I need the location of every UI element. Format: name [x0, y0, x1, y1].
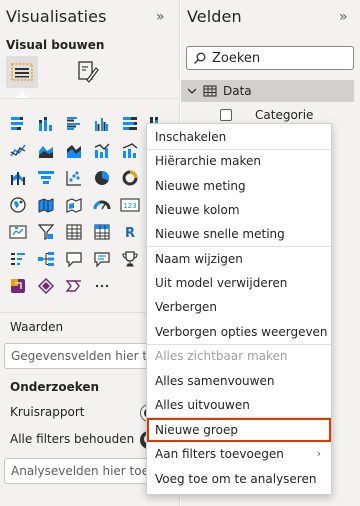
- scatter-icon[interactable]: [62, 166, 86, 190]
- search-input[interactable]: Zoeken: [212, 51, 260, 66]
- pane-divider: [0, 98, 180, 99]
- menu-item[interactable]: Uit model verwijderen: [147, 271, 331, 295]
- menu-item[interactable]: Nieuwe groep: [147, 418, 331, 442]
- card-icon[interactable]: 123: [118, 193, 142, 217]
- matrix-icon[interactable]: [90, 220, 114, 244]
- donut-icon[interactable]: [118, 166, 142, 190]
- collapse-fields-button[interactable]: »: [339, 9, 347, 25]
- values-well-label: Waarden: [10, 320, 64, 334]
- menu-item[interactable]: Naam wijzigen: [147, 247, 331, 271]
- search-icon: [194, 52, 206, 64]
- clustered-bar-icon[interactable]: [62, 112, 86, 136]
- menu-item: Alles zichtbaar maken: [155, 349, 288, 363]
- menu-item[interactable]: Alles uitvouwen: [147, 393, 331, 417]
- format-visual-tab[interactable]: [72, 56, 104, 88]
- more-options-icon[interactable]: [90, 274, 114, 298]
- svg-text:123: 123: [123, 202, 136, 210]
- menu-item[interactable]: Hiërarchie maken: [147, 149, 331, 173]
- table-icon: [203, 85, 217, 97]
- format-brush-icon: [78, 61, 99, 83]
- gauge-icon[interactable]: [90, 193, 114, 217]
- smart-narrative-icon[interactable]: [90, 247, 114, 271]
- build-visual-label: Visual bouwen: [6, 38, 105, 52]
- line-clustered-column-icon[interactable]: [90, 139, 114, 163]
- power-automate-icon[interactable]: [34, 274, 58, 298]
- menu-item[interactable]: Verborgen opties weergeven: [147, 320, 331, 344]
- table-data-row[interactable]: Data: [181, 80, 354, 102]
- r-visual-icon[interactable]: R: [118, 220, 142, 244]
- kpi-icon[interactable]: [6, 220, 30, 244]
- fields-title: Velden: [187, 7, 242, 26]
- menu-item[interactable]: Nieuwe snelle meting: [147, 222, 331, 246]
- drill-section-label: Onderzoeken: [10, 380, 100, 394]
- slicer-icon[interactable]: [34, 220, 58, 244]
- stacked-area-icon[interactable]: [62, 139, 86, 163]
- table-icon[interactable]: [62, 220, 86, 244]
- visualizations-title: Visualisaties: [6, 7, 107, 26]
- menu-item[interactable]: Alles samenvouwen: [147, 369, 331, 393]
- ribbon-chart-icon[interactable]: [6, 166, 30, 190]
- chevron-right-icon: ›: [316, 447, 321, 460]
- build-visual-tab[interactable]: [6, 56, 38, 88]
- trophy-icon[interactable]: [118, 247, 142, 271]
- power-apps-icon[interactable]: [6, 274, 30, 298]
- stacked-bar-icon[interactable]: [6, 112, 30, 136]
- chevron-down-icon: [187, 88, 197, 94]
- svg-text:R: R: [125, 226, 135, 241]
- fields-search-box[interactable]: Zoeken: [186, 46, 354, 70]
- keep-filters-label: Alle filters behouden: [10, 432, 135, 446]
- table-name: Data: [223, 84, 252, 98]
- context-menu: Inschakelen Hiërarchie maken Nieuwe meting…: [146, 123, 332, 495]
- field-name: Categorie: [255, 108, 314, 122]
- stacked-column-icon[interactable]: [34, 112, 58, 136]
- menu-item[interactable]: Inschakelen: [147, 125, 331, 149]
- area-chart-icon[interactable]: [34, 139, 58, 163]
- line-stacked-column-icon[interactable]: [118, 139, 142, 163]
- field-row-categorie[interactable]: Categorie: [220, 108, 313, 122]
- cross-report-label: Kruisrapport: [10, 405, 85, 419]
- menu-item[interactable]: Nieuwe meting: [147, 174, 331, 198]
- key-influencers-icon[interactable]: [6, 247, 30, 271]
- menu-item[interactable]: Verbergen: [147, 295, 331, 319]
- qa-icon[interactable]: [62, 247, 86, 271]
- map-icon[interactable]: [6, 193, 30, 217]
- collapse-visualizations-button[interactable]: »: [156, 9, 164, 25]
- shape-map-icon[interactable]: [62, 193, 86, 217]
- build-visual-icon: [11, 63, 33, 81]
- line-chart-icon[interactable]: [6, 139, 30, 163]
- 100-stacked-bar-icon[interactable]: [118, 112, 142, 136]
- field-checkbox[interactable]: [220, 109, 232, 121]
- menu-item[interactable]: Nieuwe kolom: [147, 198, 331, 222]
- filled-map-icon[interactable]: [34, 193, 58, 217]
- funnel-icon[interactable]: [34, 166, 58, 190]
- pie-icon[interactable]: [90, 166, 114, 190]
- clustered-column-icon[interactable]: [90, 112, 114, 136]
- menu-item[interactable]: Aan filters toevoegen ›: [147, 442, 331, 466]
- get-more-visuals-icon[interactable]: [62, 274, 86, 298]
- decomposition-tree-icon[interactable]: [34, 247, 58, 271]
- menu-item[interactable]: Voeg toe om te analyseren: [147, 467, 331, 491]
